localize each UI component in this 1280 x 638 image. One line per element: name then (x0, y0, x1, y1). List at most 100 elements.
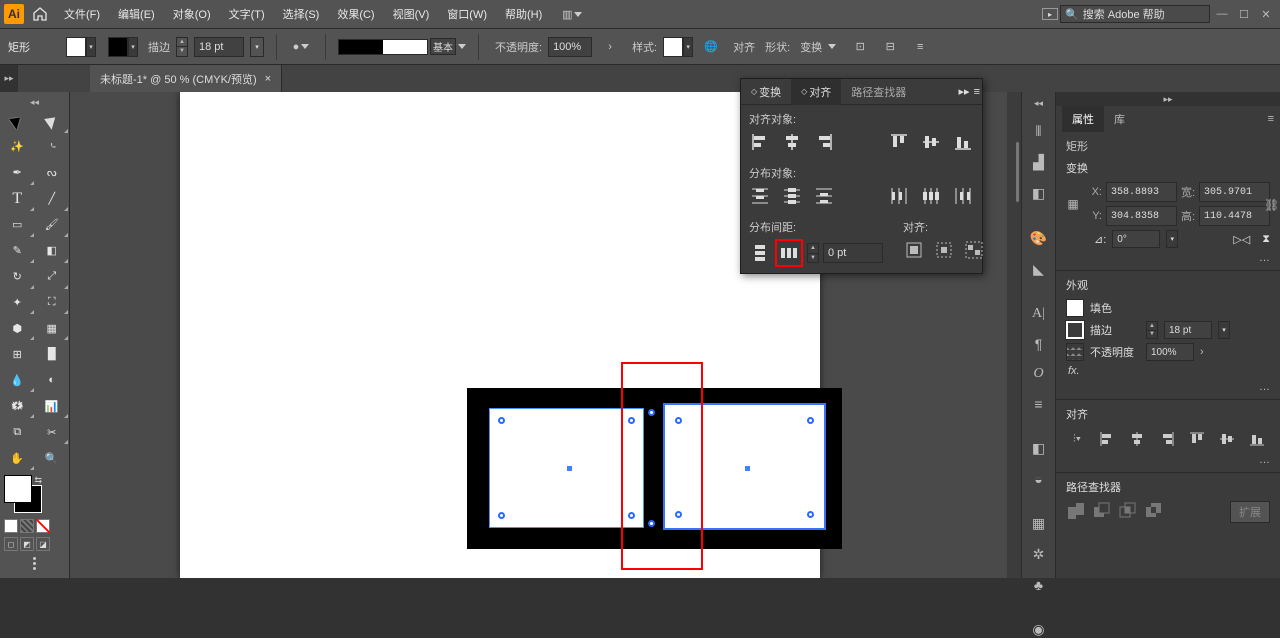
align-to-key-object-icon[interactable] (933, 239, 955, 261)
tab-libraries[interactable]: 库 (1104, 106, 1135, 132)
dock-paragraph-icon[interactable]: ¶ (1028, 336, 1050, 352)
document-tab[interactable]: 未标题-1* @ 50 % (CMYK/预览) × (90, 65, 282, 93)
panel-tab-align[interactable]: ◇对齐 (791, 79, 841, 105)
align-label[interactable]: 对齐 (733, 39, 755, 55)
symbol-sprayer-tool[interactable]: 🗱 (0, 393, 35, 419)
stroke-spinner-prop[interactable]: ▲▼ (1146, 321, 1158, 339)
link-wh-icon[interactable]: ⛓ (1264, 198, 1278, 212)
arrange-docs-icon[interactable]: ▥ (560, 2, 584, 26)
paintbrush-tool[interactable]: 🖌 (35, 212, 70, 238)
obj-align-hcenter-icon[interactable] (781, 131, 803, 153)
fx-button[interactable]: fx. (1068, 365, 1080, 377)
window-minimize-icon[interactable]: — (1212, 4, 1232, 24)
dock-guide-icon[interactable]: ◣ (1028, 261, 1050, 278)
mesh-tool[interactable]: ⊞ (0, 341, 35, 367)
expand-tools-icon[interactable]: ▸▸ (0, 65, 18, 93)
home-icon[interactable] (30, 4, 50, 24)
panel-menu-icon[interactable]: ≡ (974, 86, 980, 98)
dock-transparency-icon[interactable]: ◒ (1028, 471, 1050, 487)
shaper-tool[interactable]: ✎ (0, 238, 35, 264)
width-tool[interactable]: ✦ (0, 290, 35, 316)
tab-properties[interactable]: 属性 (1062, 106, 1104, 132)
menu-window[interactable]: 窗口(W) (439, 0, 495, 28)
slice-tool[interactable]: ✂ (35, 419, 70, 445)
dock-color-icon[interactable]: 🎨 (1028, 230, 1050, 247)
w-field[interactable]: 305.9701 (1199, 182, 1270, 202)
eyedropper-tool[interactable]: 💧 (0, 367, 35, 393)
obj-align-right-icon[interactable] (813, 131, 835, 153)
shape-builder-tool[interactable]: ⬢ (0, 315, 35, 341)
menu-effect[interactable]: 效果(C) (329, 0, 382, 28)
pf-exclude-icon[interactable] (1144, 501, 1162, 523)
blend-tool[interactable]: ◐ (35, 367, 70, 393)
hand-tool[interactable]: ✋ (0, 445, 35, 471)
opacity-icon-prop[interactable] (1066, 343, 1084, 361)
panel-tab-pathfinder[interactable]: 路径查找器 (841, 79, 916, 105)
line-tool[interactable]: ╱ (35, 186, 70, 212)
menu-object[interactable]: 对象(O) (165, 0, 219, 28)
close-tab-icon[interactable]: × (265, 73, 271, 85)
pf-intersect-icon[interactable] (1118, 501, 1136, 523)
artboard-tool[interactable]: ⧉ (0, 419, 35, 445)
graphic-style-swatch[interactable]: ▾ (663, 37, 693, 57)
dist-h-spacing-icon[interactable] (778, 242, 800, 264)
align-more-icon[interactable]: … (1259, 454, 1270, 466)
fill-stroke-swatch[interactable]: ⇆ (4, 475, 42, 513)
dock-swatches-icon[interactable]: ▦ (1028, 515, 1050, 532)
menu-help[interactable]: 帮助(H) (497, 0, 550, 28)
dock-gradient-icon[interactable]: ◧ (1028, 440, 1050, 457)
obj-align-top-icon[interactable] (888, 131, 910, 153)
gradient-tool[interactable]: █ (35, 341, 70, 367)
dist-bottom-icon[interactable] (813, 185, 835, 207)
align-to-icon[interactable]: ⫶▾ (1066, 428, 1088, 450)
h-field[interactable]: 110.4478 (1199, 206, 1270, 226)
perspective-grid-tool[interactable]: ▦ (35, 315, 70, 341)
edit-toolbar-icon[interactable] (4, 557, 65, 570)
align-to-selection-icon[interactable] (903, 239, 925, 261)
color-mode-swatches[interactable] (4, 519, 65, 533)
obj-align-vcenter-icon[interactable] (920, 131, 942, 153)
menu-select[interactable]: 选择(S) (275, 0, 328, 28)
column-graph-tool[interactable]: 📊 (35, 393, 70, 419)
dock-align-bottom-icon[interactable]: ▟ (1028, 154, 1050, 171)
dock-brushes-icon[interactable]: ✲ (1028, 546, 1050, 563)
pathfinder-expand-button[interactable]: 扩展 (1230, 501, 1270, 523)
stroke-weight-spinner[interactable]: ▲▼ (176, 37, 188, 57)
flip-v-icon[interactable]: ⧗ (1262, 233, 1270, 246)
transform-label[interactable]: 变换 (800, 39, 822, 55)
transform-more-icon[interactable]: … (1259, 252, 1270, 264)
collapse-tools-icon[interactable]: ◂◂ (0, 96, 69, 108)
spacing-spinner[interactable]: ▲▼ (807, 243, 819, 263)
brush-profile[interactable]: 基本 (338, 38, 466, 55)
rotate-tool[interactable]: ↻ (0, 264, 35, 290)
help-search-input[interactable]: 🔍 搜索 Adobe 帮助 (1060, 5, 1210, 23)
zoom-tool[interactable]: 🔍 (35, 445, 70, 471)
dist-v-spacing-icon[interactable] (749, 242, 771, 264)
align-hcenter-icon[interactable] (1126, 428, 1148, 450)
menu-edit[interactable]: 编辑(E) (110, 0, 163, 28)
dist-right-icon[interactable] (952, 185, 974, 207)
dock-align-panel-icon[interactable]: ⫴ (1028, 123, 1050, 140)
pf-unite-icon[interactable] (1066, 501, 1084, 523)
dist-vcenter-icon[interactable] (781, 185, 803, 207)
workspace-switcher-icon[interactable]: ▸ (1042, 8, 1058, 20)
align-left-icon[interactable] (1096, 428, 1118, 450)
shape-button[interactable]: 形状: (765, 39, 790, 55)
rectangle-tool[interactable]: ▭ (0, 212, 35, 238)
lasso-tool[interactable]: ⌎ (35, 134, 70, 160)
spacing-field[interactable]: 0 pt (823, 243, 883, 263)
pen-tool[interactable]: ✒ (0, 160, 35, 186)
opacity-popup-icon[interactable]: › (598, 35, 622, 59)
appearance-more-icon[interactable]: … (1259, 381, 1270, 393)
selection-tool[interactable] (0, 108, 35, 134)
align-top-icon[interactable] (1186, 428, 1208, 450)
panel-tab-transform[interactable]: ◇变换 (741, 79, 791, 105)
edit-layers-icon[interactable]: ⊟ (878, 35, 902, 59)
menu-file[interactable]: 文件(F) (56, 0, 108, 28)
pf-minus-front-icon[interactable] (1092, 501, 1110, 523)
variable-width-profile-icon[interactable]: ● (289, 35, 313, 59)
direct-selection-tool[interactable] (35, 108, 70, 134)
dist-hcenter-icon[interactable] (920, 185, 942, 207)
menu-view[interactable]: 视图(V) (385, 0, 438, 28)
fill-swatch[interactable]: ▾ (66, 37, 96, 57)
